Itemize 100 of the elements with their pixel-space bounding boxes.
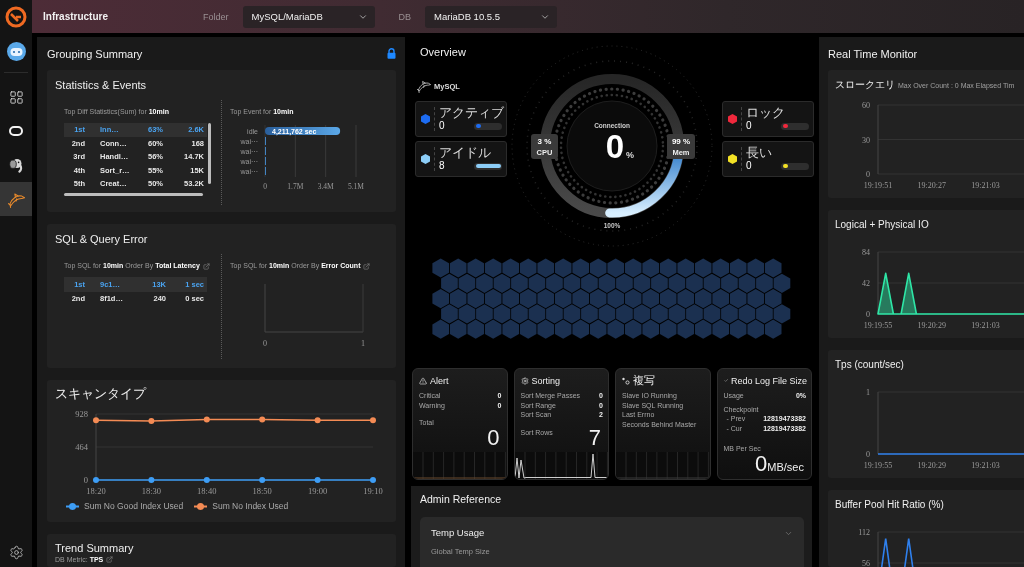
hexagon-tile: [458, 273, 476, 293]
axis-label: 0: [866, 170, 870, 179]
hexagon-tile: [712, 258, 729, 278]
hexagon-tile: [511, 304, 528, 324]
axis-label: 464: [75, 442, 88, 452]
legend-label: Sum No Index Used: [212, 501, 289, 511]
logo-icon[interactable]: [5, 5, 27, 28]
grid-icon: [8, 89, 24, 105]
hexagon-tile: [502, 258, 519, 278]
hexagon-tile: [581, 304, 598, 324]
axis-label: 19:20:27: [917, 181, 946, 190]
filter-label: DB: [398, 11, 412, 22]
hexagon-tile: [764, 289, 782, 309]
axis-label: 0: [83, 475, 88, 485]
hexagon-tile: [502, 289, 519, 309]
hexagon-tile: [502, 319, 519, 339]
card-title: Statistics & Events: [55, 79, 148, 91]
hexagon-tile: [642, 289, 659, 309]
external-link-icon[interactable]: [202, 262, 210, 270]
hexagon-tile: [764, 319, 782, 339]
hexagon-tile: [432, 258, 449, 278]
scrollbar-thumb[interactable]: [64, 192, 203, 196]
scrollbar-thumb[interactable]: [208, 123, 211, 184]
badge-value: 99 %: [671, 137, 691, 146]
hexagon-tile: [712, 289, 729, 309]
hexagon-tile: [738, 304, 756, 324]
axis-label: 19:19:55: [863, 461, 893, 470]
hexagon-tile: [519, 319, 537, 339]
hexagon-tile: [747, 289, 764, 309]
data-point: [259, 416, 266, 423]
accordion-header[interactable]: Temp Usage: [431, 527, 793, 539]
hexagon-tile: [694, 289, 712, 309]
hexagon-tile: [747, 258, 764, 278]
hexagon-tile: [441, 273, 458, 293]
axis-label: 18:50: [252, 486, 272, 496]
lock-icon[interactable]: [387, 48, 396, 59]
axis-label: 0: [866, 310, 870, 319]
axis-label: 60: [862, 101, 870, 110]
settings-icon[interactable]: [8, 544, 24, 560]
dropdown[interactable]: MariaDB 10.5.5: [425, 5, 558, 28]
elephant-icon: [8, 157, 24, 173]
hexagon-tile: [624, 319, 642, 339]
external-link-icon[interactable]: [106, 556, 114, 563]
data-point: [148, 477, 155, 483]
card-title: Logical + Physical IO: [835, 219, 929, 231]
hexagon-tile: [519, 289, 537, 309]
axis-label: 0: [866, 450, 870, 459]
hexagon-tile: [554, 319, 572, 339]
card-title: Buffer Pool Hit Ratio (%): [835, 499, 944, 511]
graph-line: [880, 537, 914, 567]
card-title: SQL & Query Error: [55, 233, 149, 245]
hexagon-tile: [703, 304, 721, 324]
hexagon-tile: [642, 319, 659, 339]
axis-label: 19:21:03: [971, 461, 1000, 470]
status-label: 長い: [746, 146, 773, 160]
hexagon-tile: [607, 289, 624, 309]
hexagon-tile: [668, 304, 686, 324]
external-link-icon[interactable]: [363, 262, 371, 270]
hexagon-tile: [686, 273, 703, 293]
legend-marker-icon: [194, 502, 208, 510]
hexagon-tile: [441, 304, 458, 324]
hexagon-tile: [511, 273, 528, 293]
hexagon-tile: [616, 304, 633, 324]
status-value: 0: [746, 160, 752, 172]
hexagon-tile: [589, 289, 607, 309]
hexagon-tile: [633, 273, 651, 293]
dropdown[interactable]: MySQL/MariaDB: [242, 5, 375, 28]
hexagon-tile: [677, 289, 694, 309]
axis-label: 18:30: [141, 486, 162, 496]
total-value: 7: [588, 428, 601, 448]
gauge-unit: %: [626, 150, 634, 160]
hexagon-tile: [616, 273, 633, 293]
bot-avatar-icon[interactable]: [6, 41, 26, 61]
card-title: Tps (count/sec): [835, 359, 904, 371]
axis-label: 112: [858, 528, 870, 537]
axis-label: 0: [263, 339, 267, 348]
hexagon-tile: [449, 319, 467, 339]
data-point: [93, 477, 99, 483]
hexagon-tile: [432, 319, 449, 339]
page-title: Infrastructure: [43, 11, 109, 22]
hexagon-tile: [572, 258, 589, 278]
hexagon-tile: [729, 319, 747, 339]
hexagon-tile: [773, 304, 791, 324]
hexagon-tile: [528, 273, 546, 293]
hexagon-tile: [659, 258, 677, 278]
axis-label: 56: [862, 559, 870, 567]
hexagon-tile: [607, 258, 624, 278]
hexagon-tile: [546, 273, 563, 293]
hexagon-tile: [756, 304, 773, 324]
axis-label: 19:10: [363, 486, 383, 496]
hexagon-tile: [747, 319, 764, 339]
status-value: 0: [746, 120, 752, 132]
hexagon-tile: [537, 319, 554, 339]
total-value: 0: [755, 454, 768, 474]
hexagon-tile: [467, 289, 484, 309]
hexagon-tile: [493, 273, 511, 293]
hexagon-tile: [694, 319, 712, 339]
hexagon-tile: [729, 289, 747, 309]
axis-label: 19:20:29: [917, 461, 946, 470]
hexagon-tile: [589, 319, 607, 339]
